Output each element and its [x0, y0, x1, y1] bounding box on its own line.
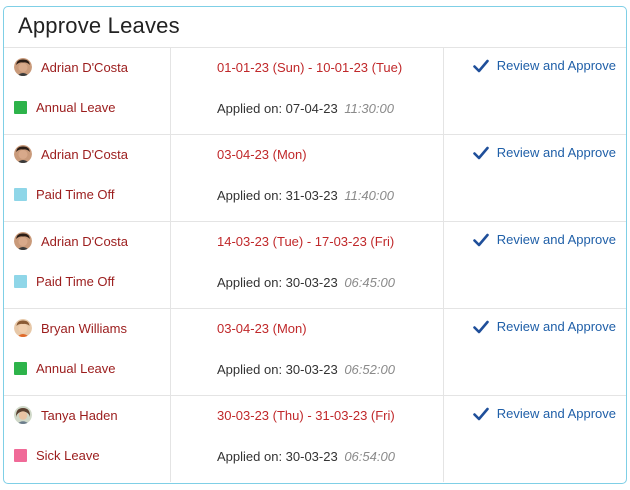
applied-time: 11:40:00 [344, 188, 394, 203]
leave-dates: 30-03-23 (Thu) - 31-03-23 (Fri) [217, 408, 395, 423]
review-and-approve-link[interactable]: Review and Approve [472, 145, 616, 160]
checkmark-icon [472, 407, 489, 420]
leave-row: Bryan Williams Annual Leave 03-04-23 (Mo… [4, 308, 626, 395]
leave-row: Tanya Haden Sick Leave 30-03-23 (Thu) - … [4, 395, 626, 482]
column-divider [443, 135, 444, 221]
applied-date: Applied on: 31-03-23 [217, 188, 338, 203]
leave-dates: 01-01-23 (Sun) - 10-01-23 (Tue) [217, 60, 403, 75]
applied-time: 06:45:00 [344, 275, 395, 290]
column-divider [170, 48, 171, 134]
checkmark-icon [472, 59, 489, 72]
review-and-approve-link[interactable]: Review and Approve [472, 232, 616, 247]
leave-dates: 03-04-23 (Mon) [217, 321, 307, 336]
employee-name: Adrian D'Costa [41, 59, 129, 75]
column-divider [170, 396, 171, 482]
applied-on: Applied on: 31-03-23 11:40:00 [217, 188, 394, 203]
avatar-icon [14, 58, 32, 76]
applied-time: 11:30:00 [344, 101, 394, 116]
leave-type-label: Paid Time Off [36, 274, 115, 289]
leave-row: Adrian D'Costa Annual Leave 01-01-23 (Su… [4, 47, 626, 134]
leave-type-label: Annual Leave [36, 100, 116, 115]
leave-row: Adrian D'Costa Paid Time Off 03-04-23 (M… [4, 134, 626, 221]
applied-time: 06:52:00 [344, 362, 395, 377]
leave-type-swatch [14, 188, 27, 201]
review-and-approve-label: Review and Approve [496, 145, 616, 160]
review-and-approve-label: Review and Approve [496, 406, 616, 421]
applied-date: Applied on: 30-03-23 [217, 449, 338, 464]
review-and-approve-label: Review and Approve [496, 58, 616, 73]
panel-title: Approve Leaves [18, 13, 180, 38]
leave-row: Adrian D'Costa Paid Time Off 14-03-23 (T… [4, 221, 626, 308]
leave-type: Sick Leave [14, 448, 100, 463]
employee-link[interactable]: Adrian D'Costa [14, 145, 128, 163]
leave-dates: 03-04-23 (Mon) [217, 147, 307, 162]
applied-date: Applied on: 07-04-23 [217, 101, 338, 116]
column-divider [170, 309, 171, 395]
checkmark-icon [472, 146, 489, 159]
avatar-icon [14, 319, 32, 337]
review-and-approve-link[interactable]: Review and Approve [472, 319, 616, 334]
applied-on: Applied on: 07-04-23 11:30:00 [217, 101, 394, 116]
leave-type-swatch [14, 101, 27, 114]
column-divider [170, 222, 171, 308]
employee-name: Adrian D'Costa [41, 233, 129, 249]
leave-type-swatch [14, 275, 27, 288]
leave-type-label: Sick Leave [36, 448, 100, 463]
avatar-icon [14, 145, 32, 163]
employee-link[interactable]: Adrian D'Costa [14, 58, 128, 76]
applied-on: Applied on: 30-03-23 06:45:00 [217, 275, 395, 290]
applied-on: Applied on: 30-03-23 06:54:00 [217, 449, 395, 464]
column-divider [170, 135, 171, 221]
employee-name: Adrian D'Costa [41, 146, 129, 162]
checkmark-icon [472, 233, 489, 246]
leave-type-swatch [14, 449, 27, 462]
employee-name: Bryan Williams [41, 320, 127, 336]
leave-type-label: Annual Leave [36, 361, 116, 376]
applied-date: Applied on: 30-03-23 [217, 362, 338, 377]
employee-link[interactable]: Adrian D'Costa [14, 232, 128, 250]
employee-link[interactable]: Tanya Haden [14, 406, 118, 424]
review-and-approve-link[interactable]: Review and Approve [472, 406, 616, 421]
avatar-icon [14, 406, 32, 424]
leave-list: Adrian D'Costa Annual Leave 01-01-23 (Su… [4, 47, 626, 482]
employee-name: Tanya Haden [41, 407, 118, 423]
applied-date: Applied on: 30-03-23 [217, 275, 338, 290]
column-divider [443, 48, 444, 134]
review-and-approve-label: Review and Approve [496, 232, 616, 247]
review-and-approve-link[interactable]: Review and Approve [472, 58, 616, 73]
applied-on: Applied on: 30-03-23 06:52:00 [217, 362, 395, 377]
column-divider [443, 309, 444, 395]
column-divider [443, 396, 444, 482]
leave-type: Annual Leave [14, 100, 116, 115]
leave-type-swatch [14, 362, 27, 375]
approve-leaves-panel: Approve Leaves Adrian D'Costa Annual Lea… [3, 6, 627, 484]
leave-type: Paid Time Off [14, 187, 115, 202]
column-divider [443, 222, 444, 308]
employee-link[interactable]: Bryan Williams [14, 319, 127, 337]
checkmark-icon [472, 320, 489, 333]
leave-type-label: Paid Time Off [36, 187, 115, 202]
leave-type: Annual Leave [14, 361, 116, 376]
avatar-icon [14, 232, 32, 250]
leave-type: Paid Time Off [14, 274, 115, 289]
applied-time: 06:54:00 [344, 449, 395, 464]
review-and-approve-label: Review and Approve [496, 319, 616, 334]
leave-dates: 14-03-23 (Tue) - 17-03-23 (Fri) [217, 234, 395, 249]
